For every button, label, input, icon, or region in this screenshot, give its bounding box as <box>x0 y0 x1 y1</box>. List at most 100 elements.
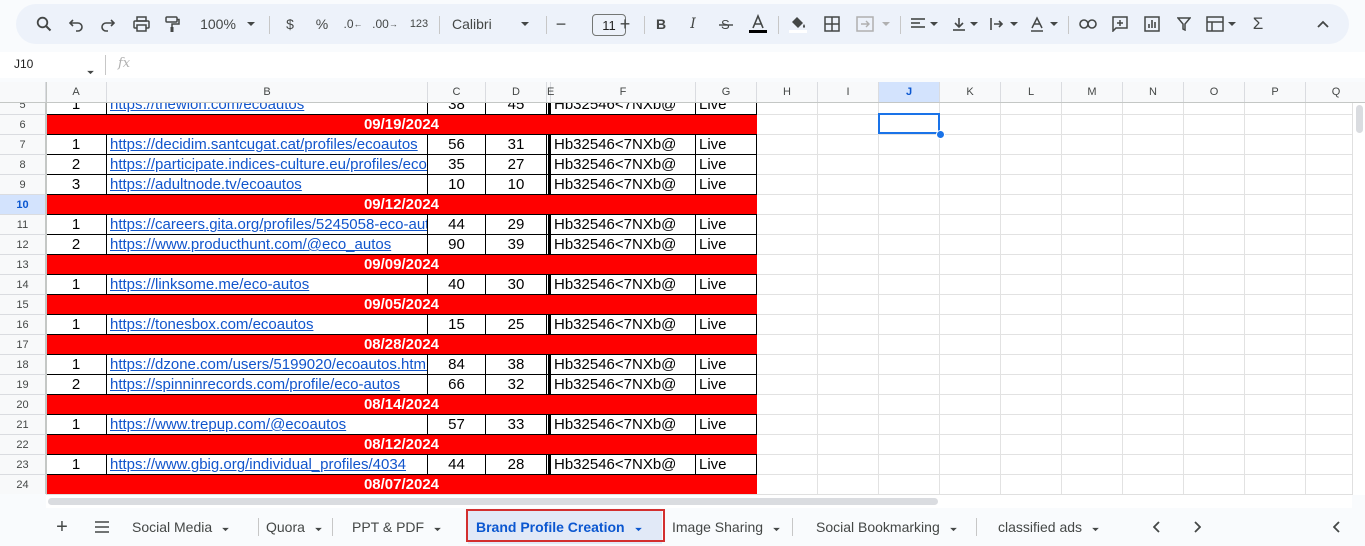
empty-cell[interactable] <box>1001 175 1062 195</box>
add-sheet-button[interactable]: + <box>52 508 72 546</box>
empty-cell[interactable] <box>818 415 879 435</box>
column-header[interactable]: L <box>1001 82 1062 102</box>
all-sheets-icon[interactable] <box>92 508 112 546</box>
empty-cell[interactable] <box>818 315 879 335</box>
empty-cell[interactable] <box>818 195 879 215</box>
pa-cell[interactable]: 38 <box>486 355 547 375</box>
column-header[interactable]: J <box>879 82 940 102</box>
row-header[interactable]: 6 <box>0 115 46 135</box>
font-select[interactable]: Calibri <box>452 4 502 44</box>
empty-cell[interactable] <box>1123 395 1184 415</box>
empty-cell[interactable] <box>757 375 818 395</box>
empty-cell[interactable] <box>940 435 1001 455</box>
number-format-button[interactable]: 123 <box>406 4 432 44</box>
empty-cell[interactable] <box>757 275 818 295</box>
empty-cell[interactable] <box>940 355 1001 375</box>
empty-cell[interactable] <box>1184 235 1245 255</box>
empty-cell[interactable] <box>757 215 818 235</box>
empty-cell[interactable] <box>1245 455 1306 475</box>
row-header[interactable]: 17 <box>0 335 46 355</box>
date-row[interactable]: 09/19/2024 <box>46 115 757 135</box>
empty-cell[interactable] <box>1245 375 1306 395</box>
chevron-down-icon[interactable] <box>949 519 958 535</box>
da-cell[interactable]: 84 <box>428 355 486 375</box>
empty-cell[interactable] <box>1062 315 1123 335</box>
da-cell[interactable]: 66 <box>428 375 486 395</box>
empty-cell[interactable] <box>1123 275 1184 295</box>
empty-cell[interactable] <box>1245 235 1306 255</box>
empty-cell[interactable] <box>879 455 940 475</box>
search-menus-icon[interactable] <box>32 4 56 44</box>
empty-cell[interactable] <box>818 375 879 395</box>
empty-cell[interactable] <box>940 175 1001 195</box>
empty-cell[interactable] <box>879 355 940 375</box>
empty-cell[interactable] <box>757 335 818 355</box>
empty-cell[interactable] <box>1184 115 1245 135</box>
empty-cell[interactable] <box>1062 375 1123 395</box>
chevron-down-icon[interactable] <box>1048 4 1060 44</box>
row-header[interactable]: 24 <box>0 475 46 494</box>
merge-cells-icon[interactable] <box>852 4 878 44</box>
url-link-cell[interactable]: https://careers.gita.org/profiles/524505… <box>107 215 428 235</box>
functions-button[interactable]: Σ <box>1248 4 1268 44</box>
empty-cell[interactable] <box>1123 435 1184 455</box>
status-cell[interactable]: Live <box>696 175 757 195</box>
row-header[interactable]: 18 <box>0 355 46 375</box>
empty-cell[interactable] <box>1001 155 1062 175</box>
empty-cell[interactable] <box>1062 275 1123 295</box>
empty-cell[interactable] <box>1001 215 1062 235</box>
empty-cell[interactable] <box>879 335 940 355</box>
sheet-tab[interactable]: classified ads <box>990 510 1118 544</box>
empty-cell[interactable] <box>1123 295 1184 315</box>
empty-cell[interactable] <box>818 295 879 315</box>
url-link-cell[interactable]: https://spinninrecords.com/profile/eco-a… <box>107 375 428 395</box>
empty-cell[interactable] <box>879 255 940 275</box>
da-cell[interactable]: 90 <box>428 235 486 255</box>
chevron-down-icon[interactable] <box>1226 4 1238 44</box>
password-cell[interactable]: Hb32546<7NXb@ <box>551 215 696 235</box>
empty-cell[interactable] <box>879 195 940 215</box>
empty-cell[interactable] <box>879 215 940 235</box>
da-cell[interactable]: 40 <box>428 275 486 295</box>
empty-cell[interactable] <box>1184 255 1245 275</box>
column-header[interactable]: G <box>696 82 757 102</box>
undo-icon[interactable] <box>64 4 88 44</box>
empty-cell[interactable] <box>1245 315 1306 335</box>
select-all-corner[interactable] <box>0 82 46 102</box>
row-header[interactable]: 11 <box>0 215 46 235</box>
row-header[interactable]: 7 <box>0 135 46 155</box>
empty-cell[interactable] <box>1184 415 1245 435</box>
empty-cell[interactable] <box>940 315 1001 335</box>
empty-cell[interactable] <box>940 295 1001 315</box>
url-link-cell[interactable]: https://adultnode.tv/ecoautos <box>107 175 428 195</box>
empty-cell[interactable] <box>1245 395 1306 415</box>
column-header[interactable]: I <box>818 82 879 102</box>
empty-cell[interactable] <box>757 235 818 255</box>
empty-cell[interactable] <box>1245 415 1306 435</box>
empty-cell[interactable] <box>1123 415 1184 435</box>
row-header[interactable]: 10 <box>0 195 46 215</box>
empty-cell[interactable] <box>1123 175 1184 195</box>
pa-cell[interactable]: 30 <box>486 275 547 295</box>
empty-cell[interactable] <box>1001 255 1062 275</box>
column-header[interactable]: Q <box>1306 82 1365 102</box>
chevron-down-icon[interactable] <box>1091 519 1100 535</box>
url-link-cell[interactable]: https://linksome.me/eco-autos <box>107 275 428 295</box>
name-box[interactable]: J10 <box>14 57 33 71</box>
empty-cell[interactable] <box>1245 255 1306 275</box>
vertical-scrollbar[interactable] <box>1352 103 1365 495</box>
empty-cell[interactable] <box>1184 175 1245 195</box>
empty-cell[interactable] <box>940 275 1001 295</box>
url-link-cell[interactable]: https://participate.indices-culture.eu/p… <box>107 155 428 175</box>
chevron-down-icon[interactable] <box>880 4 892 44</box>
filter-icon[interactable] <box>1172 4 1196 44</box>
insert-chart-icon[interactable] <box>1140 4 1164 44</box>
text-rotation-icon[interactable] <box>1026 4 1048 44</box>
horizontal-align-icon[interactable] <box>906 4 930 44</box>
empty-cell[interactable] <box>940 395 1001 415</box>
empty-cell[interactable] <box>818 215 879 235</box>
column-header[interactable]: P <box>1245 82 1306 102</box>
empty-cell[interactable] <box>1245 175 1306 195</box>
empty-cell[interactable] <box>1245 295 1306 315</box>
empty-cell[interactable] <box>1245 435 1306 455</box>
